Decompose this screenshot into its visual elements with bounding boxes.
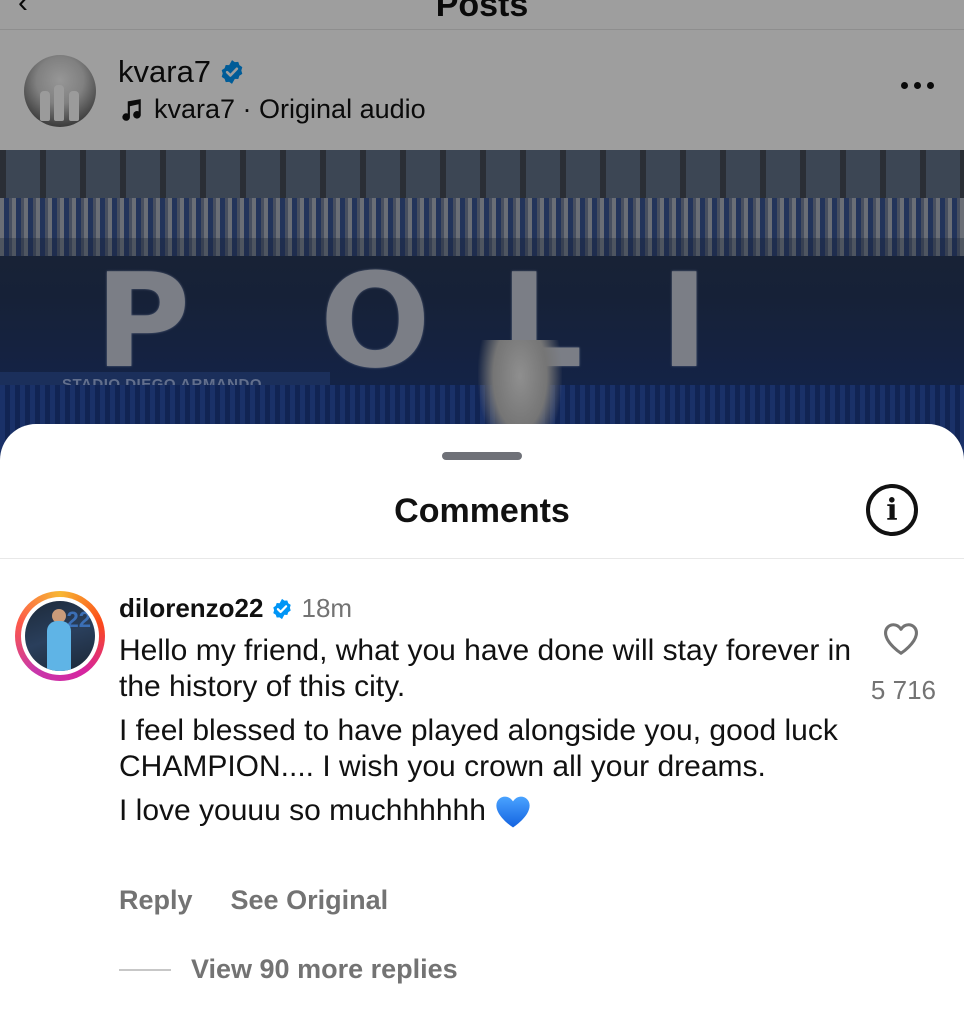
comment-paragraph: I feel blessed to have played alongside … (119, 714, 838, 783)
comment-item: 22 dilorenzo22 18m Hello my friend, what… (0, 559, 964, 1024)
story-ring[interactable]: 22 (15, 591, 105, 681)
comment-meta: dilorenzo22 18m (119, 593, 352, 624)
drag-handle[interactable] (442, 452, 522, 460)
comment-actions: Reply See Original (119, 885, 388, 916)
like-count: 5 716 (870, 675, 936, 705)
comment-last-line: I love youuu so muchhhhhh (119, 794, 486, 827)
verified-badge-icon (273, 598, 292, 619)
commenter-username[interactable]: dilorenzo22 (119, 593, 263, 624)
comment-timestamp: 18m (301, 593, 353, 623)
view-replies-row[interactable]: View 90 more replies (119, 954, 458, 985)
see-original-button[interactable]: See Original (231, 885, 389, 916)
comment-text: Hello my friend, what you have done will… (119, 633, 859, 838)
comments-title: Comments (394, 492, 570, 530)
heart-like-icon[interactable] (882, 621, 920, 657)
comments-sheet: Comments i 22 dilorenzo22 18m Hello my f… (0, 424, 964, 1024)
reply-button[interactable]: Reply (119, 885, 193, 916)
commenter-avatar[interactable]: 22 (25, 601, 95, 671)
comment-paragraph: Hello my friend, what you have done will… (119, 634, 852, 703)
comment-paragraph: I love youuu so muchhhhhh (119, 793, 859, 830)
info-icon[interactable]: i (866, 484, 918, 536)
avatar-player (47, 621, 71, 671)
view-replies-button[interactable]: View 90 more replies (191, 954, 458, 985)
instagram-screen: ‹ Posts kvara7 kvara7 · Original audio P… (0, 0, 964, 1024)
replies-line (119, 968, 171, 971)
blue-heart-icon (496, 796, 530, 828)
